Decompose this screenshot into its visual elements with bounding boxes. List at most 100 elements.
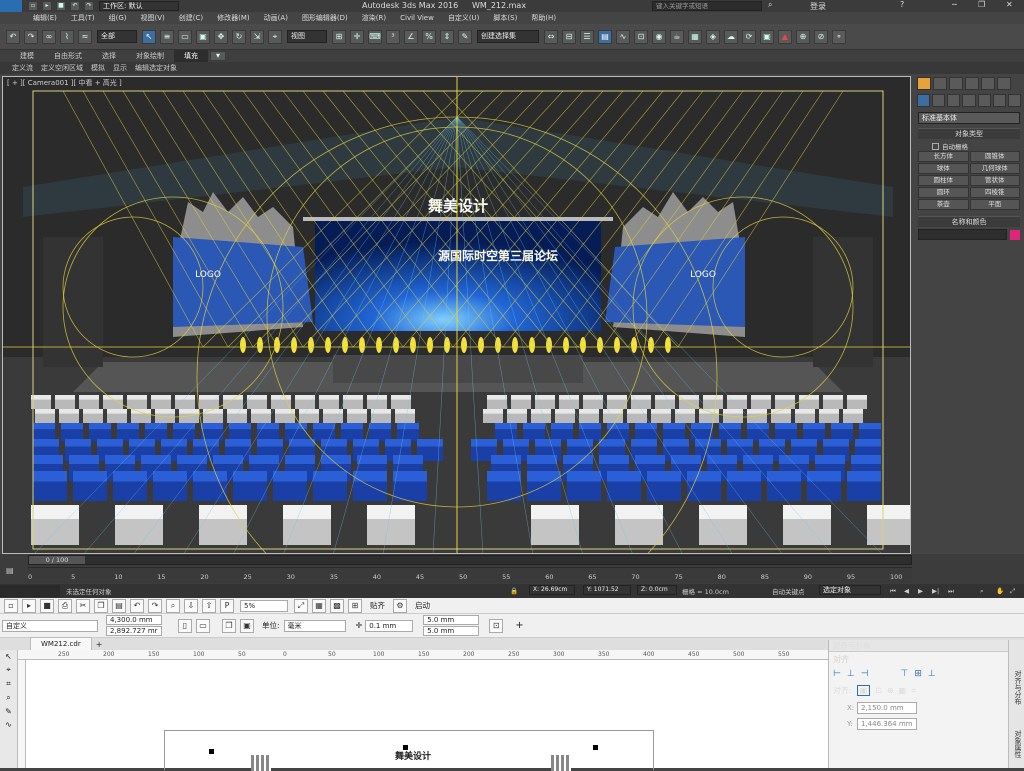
docker-tab-properties[interactable]: 对象属性 [1011,730,1023,758]
autogrid-checkbox[interactable] [932,142,939,150]
torus-button[interactable]: 圆环 [918,187,969,198]
full-screen-icon[interactable]: ⤢ [294,598,308,613]
selection-handle-center[interactable] [403,745,408,750]
menu-civil-view[interactable]: Civil View [393,12,441,24]
current-page-icon[interactable]: ▣ [240,618,254,633]
coord-z-field[interactable]: Z: 0.0cm [637,585,677,595]
box-button[interactable]: 长方体 [918,151,969,162]
modify-tab-icon[interactable] [933,77,947,90]
align-to-point-icon[interactable]: ⌗ [911,686,916,696]
toggle-ribbon-icon[interactable]: ▤ [598,29,612,44]
create-tab-icon[interactable] [917,77,931,90]
show-rulers-icon[interactable]: ▦ [312,598,326,613]
redo-icon[interactable]: ↷ [84,1,94,11]
workspace-select[interactable]: 工作区: 默认 [99,1,179,11]
align-right-icon[interactable]: ⊣ [861,669,869,679]
align-top-icon[interactable]: ⊤ [901,669,909,679]
align-h-center-icon[interactable]: ⊥ [847,669,855,679]
go-start-icon[interactable]: ⏮ [890,587,896,596]
primitive-type-dropdown[interactable]: 标准基本体 [918,112,1020,124]
display-tab-icon[interactable] [981,77,995,90]
coord-x-field[interactable]: X: 26.69cm [529,585,575,595]
play-icon[interactable]: ▶ [918,587,923,595]
render-online-icon[interactable]: ☁ [724,29,738,44]
render-iterative-icon[interactable]: ⟳ [742,29,756,44]
units-dropdown[interactable]: 毫米 [283,619,346,632]
nudge-field[interactable]: 0.1 mm [365,619,414,632]
save-icon[interactable]: ■ [56,1,66,11]
page-height-field[interactable]: 2,892.727 mr [106,626,162,636]
spinner-snap-icon[interactable]: ⇕ [440,29,454,44]
copy-icon[interactable]: ❐ [94,598,108,613]
bind-spacewarp-icon[interactable]: ≈ [78,29,92,44]
menu-group[interactable]: 组(G) [102,12,134,24]
autokey-label[interactable]: 自动关键点 [772,586,805,596]
ribbon-display[interactable]: 显示 [109,62,131,74]
asset-tracking-icon[interactable]: ⊘ [814,29,828,44]
schematic-view-icon[interactable]: ⊡ [634,29,648,44]
cut-icon[interactable]: ✂ [76,598,90,613]
ribbon-tab-selection[interactable]: 选择 [92,50,126,62]
render-setup-icon[interactable]: ☕ [670,29,684,44]
snaps-icon[interactable]: ³ [386,29,400,44]
close-icon[interactable]: ✕ [1006,0,1013,9]
align-icon[interactable]: ⊟ [562,29,576,44]
duplicate-y-field[interactable]: 5.0 mm [423,626,480,636]
link-icon[interactable]: ∞ [42,29,56,44]
redo-icon[interactable]: ↷ [24,29,38,44]
portrait-icon[interactable]: ▯ [178,618,192,633]
geometry-icon[interactable] [917,94,931,107]
plane-button[interactable]: 平面 [969,199,1020,210]
unlink-icon[interactable]: ⌇ [60,29,74,44]
all-pages-icon[interactable]: ❐ [222,618,236,633]
selection-handle-left[interactable] [209,749,214,754]
page-border-icon[interactable]: ⊡ [489,618,504,633]
shape-tool-icon[interactable]: ⌖ [6,665,11,675]
align-x-field[interactable]: 2,150.0 mm [857,702,917,714]
restore-icon[interactable]: ❐ [978,0,985,9]
hierarchy-tab-icon[interactable] [949,77,963,90]
tube-button[interactable]: 管状体 [969,175,1020,186]
window-crossing-icon[interactable]: ▣ [196,29,210,44]
paste-icon[interactable]: ▤ [112,598,126,613]
render-production-icon[interactable]: ◈ [706,29,720,44]
menu-create[interactable]: 创建(C) [172,12,210,24]
pick-tool-icon[interactable]: ↖ [5,652,12,661]
lock-selection-icon[interactable]: 🔒 [510,587,518,595]
ribbon-define-flows[interactable]: 定义流 [8,62,37,74]
signin-link[interactable]: 登录 [810,1,826,12]
viewport-label[interactable]: [ + ][ Camera001 ][ 中看 + 高光 ] [7,78,122,88]
coord-y-field[interactable]: Y: 1071.52 [583,585,631,595]
rotate-icon[interactable]: ↻ [232,29,246,44]
track-bar[interactable]: 0 5 10 15 20 25 30 35 40 45 50 55 60 65 70 75 80 85 90 95 10… [28,567,912,583]
menu-animation[interactable]: 动画(A) [257,12,295,24]
go-end-icon[interactable]: ⏭ [948,587,954,596]
undo-icon[interactable]: ↶ [130,598,144,613]
track-view-icon[interactable]: ▤ [6,566,14,575]
ribbon-tab-modeling[interactable]: 建模 [10,50,44,62]
spacewarps-icon[interactable] [992,94,1006,107]
menu-customize[interactable]: 自定义(U) [441,12,487,24]
camera-viewport[interactable]: 舞美设计 源国际时空第三届论坛 LOGO LOGO [ + ][ Camera0… [2,76,911,554]
menu-views[interactable]: 视图(V) [134,12,172,24]
docker-tab-align[interactable]: 对齐与分布 [1011,670,1023,705]
scene-explorer-icon[interactable]: ⊕ [796,29,810,44]
select-manipulate-icon[interactable]: ✛ [350,29,364,44]
move-icon[interactable]: ✥ [214,29,228,44]
print-icon[interactable]: ⎙ [58,598,72,613]
align-left-icon[interactable]: ⊢ [833,669,841,679]
pyramid-button[interactable]: 四棱锥 [969,187,1020,198]
next-frame-icon[interactable]: ▶| [932,587,939,595]
new-doc-icon[interactable]: ▫ [4,598,18,613]
geosphere-button[interactable]: 几何球体 [969,163,1020,174]
search-icon[interactable]: ⌕ [768,0,772,10]
show-grid-icon[interactable]: ▩ [330,598,344,613]
export-icon[interactable]: ⇧ [202,598,216,613]
cameras-icon[interactable] [962,94,976,107]
ribbon-tab-populate[interactable]: 填充 [174,50,208,62]
add-icon[interactable]: + [515,620,523,631]
align-bottom-icon[interactable]: ⊥ [928,669,936,679]
zoom-icon[interactable]: ⌕ [980,587,984,596]
menu-help[interactable]: 帮助(H) [524,12,563,24]
page-preset-dropdown[interactable]: 自定义 [2,619,98,632]
